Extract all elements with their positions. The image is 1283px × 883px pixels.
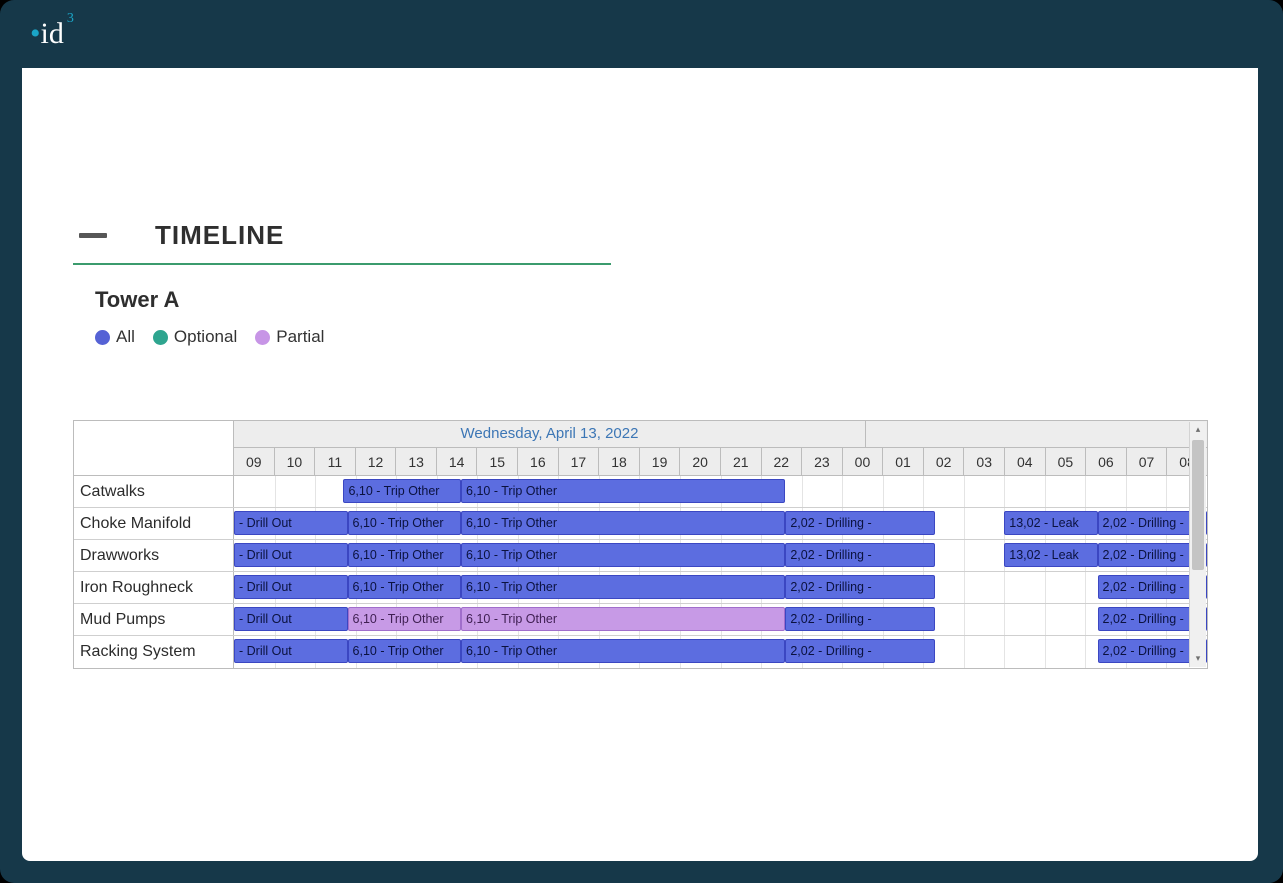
- section-title: TIMELINE: [155, 220, 284, 251]
- hour-cell: 09: [234, 448, 275, 475]
- section-header: TIMELINE Tower A All Optional Partial: [73, 220, 611, 347]
- task-bar[interactable]: 2,02 - Drilling -: [785, 607, 935, 631]
- hour-cell: 12: [356, 448, 397, 475]
- hour-cell: 18: [599, 448, 640, 475]
- vertical-scrollbar[interactable]: ▴ ▾: [1189, 422, 1206, 667]
- task-bar[interactable]: 13,02 - Leak: [1004, 511, 1097, 535]
- legend-item-partial[interactable]: Partial: [255, 327, 324, 347]
- task-bar[interactable]: 6,10 - Trip Other: [461, 575, 785, 599]
- legend-dot-icon: [255, 330, 270, 345]
- task-bar[interactable]: - Drill Out: [234, 607, 348, 631]
- timeline-hours-row: 0910111213141516171819202122230001020304…: [234, 447, 1207, 475]
- logo-text: id: [41, 17, 64, 50]
- task-bar[interactable]: - Drill Out: [234, 575, 348, 599]
- legend: All Optional Partial: [95, 327, 611, 347]
- hour-cell: 01: [883, 448, 924, 475]
- app-logo: •id3: [30, 17, 64, 51]
- task-bar[interactable]: 6,10 - Trip Other: [348, 607, 462, 631]
- legend-label: Partial: [276, 327, 324, 347]
- row-label: Choke Manifold: [74, 508, 234, 539]
- legend-label: Optional: [174, 327, 237, 347]
- timeline-date-label: Wednesday, April 13, 2022: [234, 421, 866, 447]
- gantt-row: Racking System- Drill Out6,10 - Trip Oth…: [74, 636, 1207, 668]
- gantt-row: Choke Manifold- Drill Out6,10 - Trip Oth…: [74, 508, 1207, 540]
- content-panel: TIMELINE Tower A All Optional Partial Wedn…: [22, 68, 1258, 861]
- row-track: - Drill Out6,10 - Trip Other6,10 - Trip …: [234, 572, 1207, 603]
- row-label: Catwalks: [74, 476, 234, 507]
- hour-cell: 17: [559, 448, 600, 475]
- task-bar[interactable]: 6,10 - Trip Other: [461, 639, 785, 663]
- task-bar[interactable]: - Drill Out: [234, 511, 348, 535]
- hour-cell: 10: [275, 448, 316, 475]
- task-bar[interactable]: - Drill Out: [234, 543, 348, 567]
- task-bar[interactable]: 13,02 - Leak: [1004, 543, 1097, 567]
- row-label: Drawworks: [74, 540, 234, 571]
- scroll-up-icon[interactable]: ▴: [1190, 422, 1206, 438]
- row-label: Racking System: [74, 636, 234, 668]
- hour-cell: 21: [721, 448, 762, 475]
- task-bar[interactable]: - Drill Out: [234, 639, 348, 663]
- gantt-chart[interactable]: Wednesday, April 13, 2022 09101112131415…: [73, 420, 1208, 669]
- row-label: Iron Roughneck: [74, 572, 234, 603]
- task-bar[interactable]: 2,02 - Drilling -: [785, 575, 935, 599]
- task-bar[interactable]: 6,10 - Trip Other: [348, 543, 462, 567]
- hour-cell: 20: [680, 448, 721, 475]
- hour-cell: 22: [762, 448, 803, 475]
- task-bar[interactable]: 6,10 - Trip Other: [461, 511, 785, 535]
- legend-label: All: [116, 327, 135, 347]
- timeline-date-strip: Wednesday, April 13, 2022 09101112131415…: [234, 421, 1207, 475]
- scroll-down-icon[interactable]: ▾: [1190, 651, 1206, 667]
- section-subtitle: Tower A: [95, 287, 611, 313]
- gantt-row: Iron Roughneck- Drill Out6,10 - Trip Oth…: [74, 572, 1207, 604]
- section-header-row: TIMELINE: [73, 220, 611, 265]
- timeline-header: Wednesday, April 13, 2022 09101112131415…: [74, 421, 1207, 476]
- hour-cell: 02: [924, 448, 965, 475]
- legend-dot-icon: [95, 330, 110, 345]
- task-bar[interactable]: 6,10 - Trip Other: [461, 543, 785, 567]
- app-frame: •id3 TIMELINE Tower A All Optional Partial…: [0, 0, 1283, 883]
- hour-cell: 14: [437, 448, 478, 475]
- task-bar[interactable]: 6,10 - Trip Other: [348, 511, 462, 535]
- logo-dot-icon: •: [30, 17, 41, 50]
- hour-cell: 23: [802, 448, 843, 475]
- hour-cell: 15: [477, 448, 518, 475]
- hour-cell: 05: [1046, 448, 1087, 475]
- gantt-row: Mud Pumps- Drill Out6,10 - Trip Other6,1…: [74, 604, 1207, 636]
- task-bar[interactable]: 2,02 - Drilling -: [785, 511, 935, 535]
- task-bar[interactable]: 2,02 - Drilling -: [785, 639, 935, 663]
- hour-cell: 16: [518, 448, 559, 475]
- task-bar[interactable]: 6,10 - Trip Other: [348, 575, 462, 599]
- row-track: - Drill Out6,10 - Trip Other6,10 - Trip …: [234, 508, 1207, 539]
- hour-cell: 06: [1086, 448, 1127, 475]
- hour-cell: 04: [1005, 448, 1046, 475]
- task-bar[interactable]: 2,02 - Drilling -: [785, 543, 935, 567]
- header-bar: •id3: [0, 0, 1283, 68]
- row-track: 6,10 - Trip Other6,10 - Trip Other: [234, 476, 1207, 507]
- timeline-header-label-col: [74, 421, 234, 475]
- gantt-row: Catwalks6,10 - Trip Other6,10 - Trip Oth…: [74, 476, 1207, 508]
- task-bar[interactable]: 6,10 - Trip Other: [343, 479, 461, 503]
- hour-cell: 19: [640, 448, 681, 475]
- row-label: Mud Pumps: [74, 604, 234, 635]
- collapse-icon[interactable]: [79, 233, 107, 238]
- legend-item-optional[interactable]: Optional: [153, 327, 237, 347]
- scroll-thumb[interactable]: [1192, 440, 1204, 570]
- gantt-row: Drawworks- Drill Out6,10 - Trip Other6,1…: [74, 540, 1207, 572]
- logo-superscript: 3: [67, 11, 74, 27]
- hour-cell: 13: [396, 448, 437, 475]
- legend-dot-icon: [153, 330, 168, 345]
- row-track: - Drill Out6,10 - Trip Other6,10 - Trip …: [234, 636, 1207, 668]
- hour-cell: 00: [843, 448, 884, 475]
- gantt-body: Catwalks6,10 - Trip Other6,10 - Trip Oth…: [74, 476, 1207, 668]
- row-track: - Drill Out6,10 - Trip Other6,10 - Trip …: [234, 540, 1207, 571]
- task-bar[interactable]: 6,10 - Trip Other: [461, 607, 785, 631]
- task-bar[interactable]: 6,10 - Trip Other: [348, 639, 462, 663]
- legend-item-all[interactable]: All: [95, 327, 135, 347]
- row-track: - Drill Out6,10 - Trip Other6,10 - Trip …: [234, 604, 1207, 635]
- hour-cell: 03: [964, 448, 1005, 475]
- hour-cell: 07: [1127, 448, 1168, 475]
- hour-cell: 11: [315, 448, 356, 475]
- task-bar[interactable]: 6,10 - Trip Other: [461, 479, 785, 503]
